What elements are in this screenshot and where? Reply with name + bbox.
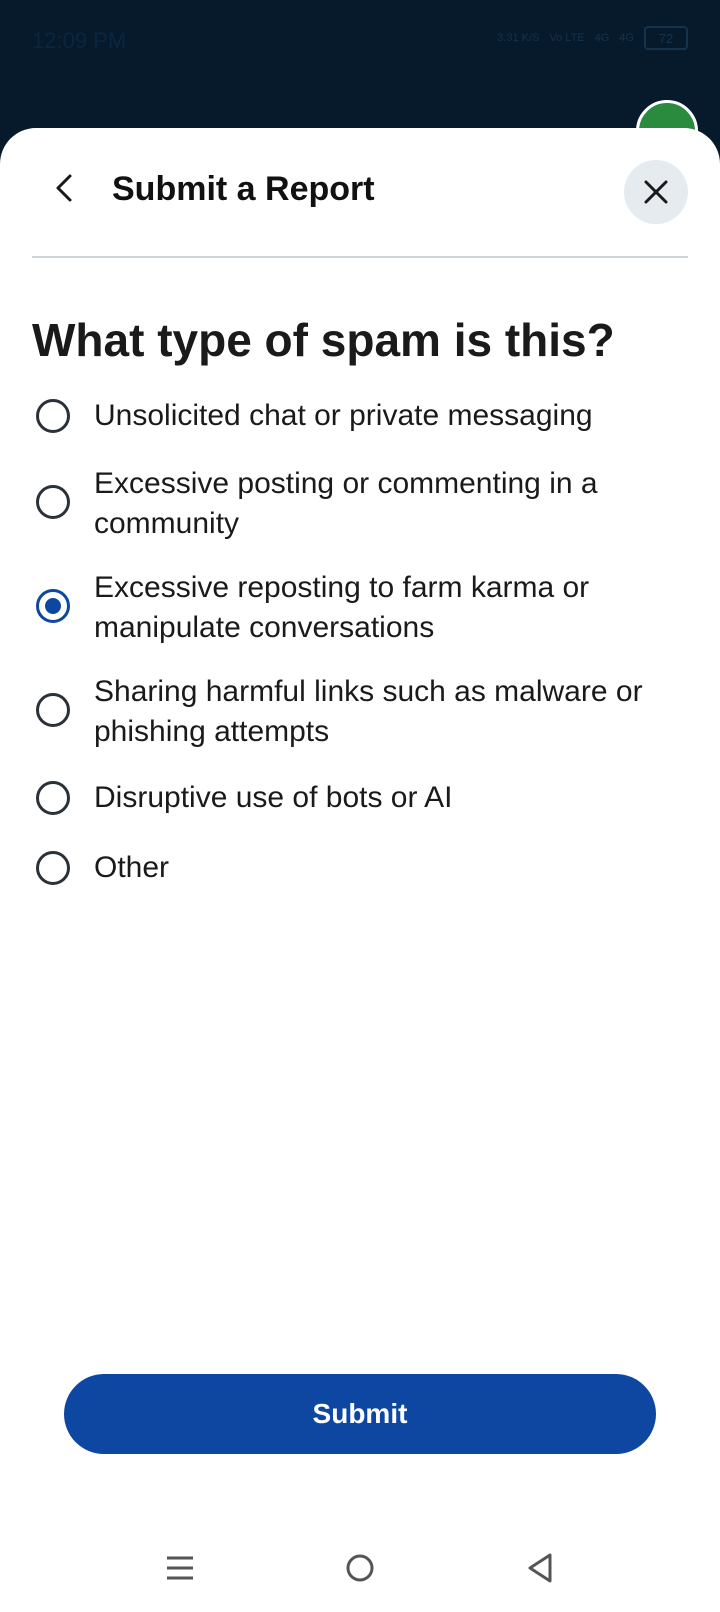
system-nav-bar [0,1524,720,1612]
nav-back-button[interactable] [516,1544,564,1592]
home-circle-icon [346,1554,374,1582]
header-divider [32,256,688,258]
radio-button[interactable] [36,851,70,885]
status-time: 12:09 PM [32,28,127,53]
question-heading: What type of spam is this? [32,314,615,366]
menu-icon [167,1556,193,1580]
submit-button[interactable]: Submit [64,1374,656,1454]
option-label: Excessive reposting to farm karma or man… [94,571,590,644]
net-speed: 3.31 K/S [497,32,540,44]
sheet-title: Submit a Report [112,170,375,208]
radio-button[interactable] [36,399,70,433]
radio-button[interactable] [36,485,70,519]
option-excessive-reposting[interactable]: Excessive reposting to farm karma or man… [32,568,692,648]
radio-button[interactable] [36,693,70,727]
radio-button-selected[interactable] [36,589,70,623]
option-other[interactable]: Other [32,848,692,888]
close-button[interactable] [624,160,688,224]
option-label: Unsolicited chat or private messaging [94,399,593,432]
status-icons: 3.31 K/S Vo LTE 4G 4G 72 [497,26,688,50]
nav-menu-button[interactable] [156,1544,204,1592]
radio-button[interactable] [36,781,70,815]
report-sheet: Submit a Report What type of spam is thi… [0,128,720,1612]
close-icon [644,180,668,204]
triangle-back-icon [528,1553,552,1583]
volte-indicator: Vo LTE [549,32,585,44]
battery-icon: 72 [644,26,688,50]
option-label: Excessive posting or commenting in a com… [94,467,598,540]
option-label: Disruptive use of bots or AI [94,781,453,814]
option-label: Sharing harmful links such as malware or… [94,675,643,748]
back-button[interactable] [40,164,88,212]
signal-indicator-2: 4G [619,32,634,44]
option-bots-ai[interactable]: Disruptive use of bots or AI [32,778,692,818]
status-bar: 12:09 PM 3.31 K/S Vo LTE 4G 4G 72 [0,0,720,82]
sheet-header: Submit a Report [0,128,720,256]
nav-home-button[interactable] [336,1544,384,1592]
option-unsolicited-chat[interactable]: Unsolicited chat or private messaging [32,396,692,436]
chevron-left-icon [56,174,72,202]
option-excessive-posting[interactable]: Excessive posting or commenting in a com… [32,464,692,544]
option-harmful-links[interactable]: Sharing harmful links such as malware or… [32,672,692,752]
signal-indicator-1: 4G [594,32,610,44]
option-label: Other [94,851,170,884]
